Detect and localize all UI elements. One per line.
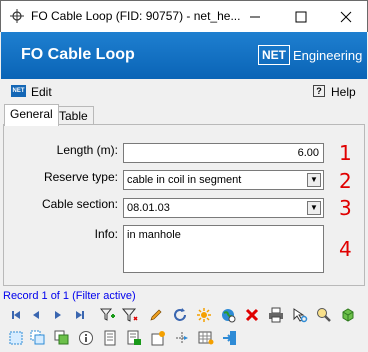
- 3d-cube-icon[interactable]: [339, 306, 357, 324]
- previous-record-icon[interactable]: [27, 306, 45, 324]
- next-record-icon[interactable]: [49, 306, 67, 324]
- filter-icon[interactable]: [121, 306, 139, 324]
- cable-section-value: 08.01.03: [127, 202, 170, 214]
- maximize-button[interactable]: [278, 1, 324, 32]
- select-icon[interactable]: [291, 306, 309, 324]
- close-icon: [340, 11, 352, 22]
- info-value: in manhole: [127, 229, 181, 241]
- reserve-type-value: cable in coil in segment: [127, 174, 242, 186]
- length-label: Length (m):: [56, 143, 118, 157]
- globe-icon[interactable]: [219, 306, 237, 324]
- exit-icon[interactable]: [221, 329, 239, 347]
- logo-text: Engineering: [293, 48, 363, 63]
- maximize-icon: [295, 11, 307, 22]
- first-record-icon[interactable]: [7, 306, 25, 324]
- minimize-button[interactable]: [232, 1, 278, 32]
- marker-3: 3: [339, 196, 352, 220]
- toolbar-row-1: [1, 304, 367, 326]
- minimize-icon: [250, 16, 260, 17]
- header-banner: FO Cable Loop NET Engineering: [1, 32, 367, 79]
- marker-1: 1: [339, 141, 352, 165]
- refresh-icon[interactable]: [171, 306, 189, 324]
- paste-icon[interactable]: [53, 329, 71, 347]
- window-title: FO Cable Loop (FID: 90757) - net_he...: [31, 9, 241, 23]
- last-record-icon[interactable]: [71, 306, 89, 324]
- marker-4: 4: [339, 237, 352, 261]
- document-icon[interactable]: [101, 329, 119, 347]
- tab-table[interactable]: Table: [53, 106, 94, 125]
- chevron-down-icon[interactable]: ▼: [307, 173, 321, 187]
- record-status: Record 1 of 1 (Filter active): [3, 290, 136, 302]
- help-icon: ?: [313, 85, 325, 97]
- info-textarea[interactable]: in manhole: [123, 225, 324, 273]
- delete-icon[interactable]: [243, 306, 261, 324]
- highlight-icon[interactable]: [195, 306, 213, 324]
- info-icon[interactable]: [77, 329, 95, 347]
- banner-title: FO Cable Loop: [21, 46, 135, 63]
- print-icon[interactable]: [267, 306, 285, 324]
- zoom-icon[interactable]: [315, 306, 333, 324]
- cable-section-select[interactable]: 08.01.03 ▼: [123, 198, 324, 218]
- crosshair-app-icon: [10, 9, 24, 23]
- info-label: Info:: [94, 227, 118, 241]
- close-button[interactable]: [323, 1, 368, 32]
- chevron-down-icon[interactable]: ▼: [307, 201, 321, 215]
- edit-pencil-icon[interactable]: [147, 306, 165, 324]
- edit-menu[interactable]: Edit: [31, 85, 52, 99]
- reserve-type-select[interactable]: cable in coil in segment ▼: [123, 170, 324, 190]
- length-value: 6.00: [297, 147, 319, 159]
- reserve-type-label: Reserve type:: [43, 170, 118, 184]
- window-titlebar: FO Cable Loop (FID: 90757) - net_he...: [0, 0, 368, 32]
- net-edit-icon: NET: [11, 85, 26, 97]
- copy-icon[interactable]: [29, 329, 47, 347]
- add-document-icon[interactable]: [125, 329, 143, 347]
- menu-bar: NET Edit ? Help: [1, 79, 367, 103]
- net-logo: NET: [258, 45, 290, 65]
- tab-general[interactable]: General: [4, 104, 59, 126]
- general-panel: Length (m): 6.00 1 Reserve type: cable i…: [3, 124, 365, 286]
- new-object-icon[interactable]: [149, 329, 167, 347]
- marker-2: 2: [339, 169, 352, 193]
- tab-strip: General Table: [1, 103, 367, 126]
- add-filter-icon[interactable]: [99, 306, 117, 324]
- move-icon[interactable]: [173, 329, 191, 347]
- select-area-icon[interactable]: [7, 329, 25, 347]
- length-field[interactable]: 6.00: [123, 143, 324, 163]
- table-settings-icon[interactable]: [197, 329, 215, 347]
- toolbar-row-2: [1, 327, 367, 349]
- help-menu[interactable]: Help: [331, 85, 356, 99]
- cable-section-label: Cable section:: [41, 197, 118, 211]
